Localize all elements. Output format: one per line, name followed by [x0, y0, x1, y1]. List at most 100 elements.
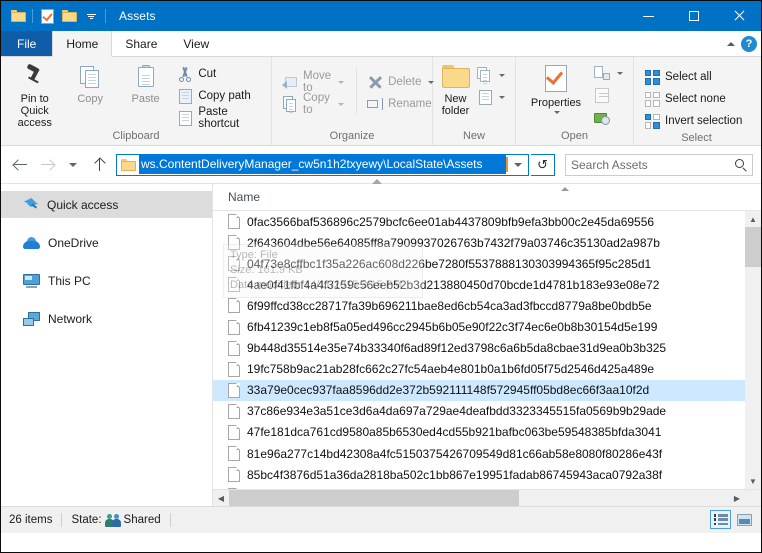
invert-selection-button[interactable]: Invert selection: [640, 110, 746, 132]
edit-button[interactable]: [590, 84, 627, 106]
rename-button[interactable]: Rename: [363, 93, 438, 115]
open-with-chevron-down-icon[interactable]: [617, 71, 623, 75]
refresh-button[interactable]: ↻: [531, 153, 555, 176]
ribbon-tabs: File Home Share View ?: [1, 31, 761, 57]
table-row[interactable]: 4ae0f41fbf4a4f3159c56eeb52b3d213880450d7…: [213, 274, 761, 295]
help-icon[interactable]: ?: [741, 35, 757, 52]
copy-to-chevron-down-icon[interactable]: [338, 102, 345, 106]
search-input[interactable]: Search Assets: [571, 158, 735, 172]
new-item-chevron-down-icon[interactable]: [499, 73, 505, 77]
back-button[interactable]: [9, 153, 33, 177]
properties-button[interactable]: Properties: [522, 60, 590, 114]
properties-chevron-down-icon[interactable]: [554, 111, 560, 114]
table-row[interactable]: 6f99ffcd38cc28717fa39b696211bae8ed6cb54c…: [213, 295, 761, 316]
tab-file[interactable]: File: [1, 31, 53, 56]
vertical-scroll-thumb[interactable]: [745, 227, 761, 267]
table-row[interactable]: 2f643604dbe56e64085ff8a7909937026763b743…: [213, 232, 761, 253]
address-dropdown-chevron-down-icon[interactable]: [508, 155, 528, 175]
easy-access-button[interactable]: [472, 86, 509, 108]
file-icon: [228, 277, 240, 293]
ribbon-tab-right-controls: ?: [727, 31, 757, 56]
scroll-left-icon[interactable]: ◀: [213, 490, 229, 506]
tab-home[interactable]: Home: [52, 31, 113, 57]
table-row[interactable]: 9b448d35514e35e74b33340f6ad89f12ed3798c6…: [213, 338, 761, 359]
new-folder-button[interactable]: New folder: [439, 60, 472, 117]
file-name: 04f73e8cffbc1f35a226ac608d226be7280f5537…: [247, 256, 652, 271]
address-input[interactable]: ws.ContentDeliveryManager_cw5n1h2txyewy\…: [116, 153, 529, 176]
status-divider-2: [169, 513, 171, 527]
table-row[interactable]: 04f73e8cffbc1f35a226ac608d226be7280f5537…: [213, 253, 761, 274]
table-row[interactable]: 47fe181dca761cd9580a85b6530ed4cd55b921ba…: [213, 422, 761, 443]
table-row-selected[interactable]: 33a79e0cec937faa8596dd2e372b592111148f57…: [213, 379, 761, 401]
table-row[interactable]: 37c86e934e3a51ce3d6a4da697a729ae4deafbdd…: [213, 401, 761, 422]
file-name: 81e96a277c14bd42308a4fc5150375426709549d…: [247, 446, 663, 461]
cut-button[interactable]: Cut: [173, 63, 265, 85]
qat-customize-dropdown-icon[interactable]: [80, 5, 102, 27]
file-icon: [228, 424, 240, 440]
minimize-button[interactable]: [626, 1, 671, 31]
copy-to-label: Copy to: [303, 92, 330, 116]
sidebar-item-this-pc[interactable]: This PC: [1, 267, 212, 294]
sidebar-item-label-network: Network: [48, 311, 93, 326]
column-header-name[interactable]: Name: [213, 190, 260, 204]
move-to-chevron-down-icon[interactable]: [338, 80, 345, 84]
file-name: 37c86e934e3a51ce3d6a4da697a729ae4deafbdd…: [247, 404, 667, 419]
search-box[interactable]: Search Assets: [565, 153, 753, 176]
details-view-button[interactable]: [710, 510, 731, 529]
collapse-ribbon-icon[interactable]: [727, 41, 735, 46]
new-item-button[interactable]: [472, 64, 509, 86]
maximize-button[interactable]: [671, 1, 716, 31]
table-row[interactable]: 0fac3566baf536896c2579bcfc6ee01ab4437809…: [213, 211, 761, 232]
large-icons-view-button[interactable]: [734, 510, 755, 529]
qat-properties-icon[interactable]: [36, 5, 58, 27]
sidebar-item-network[interactable]: Network: [1, 305, 212, 332]
file-name: 6fb41239c1eb8f5a05ed496cc2945b6b05e90f22…: [247, 320, 658, 335]
file-list-pane: Name 0fac3566baf536896c2579bcfc6ee01ab44…: [213, 184, 761, 506]
table-row[interactable]: 85bc4f3876d51a36da2818ba502c1bb867e19951…: [213, 464, 761, 485]
up-button[interactable]: [87, 153, 111, 177]
paste-button[interactable]: Paste: [118, 60, 173, 105]
copy-to-button[interactable]: Copy to: [278, 92, 348, 116]
scroll-up-icon[interactable]: ▲: [745, 211, 761, 227]
pin-icon: [22, 64, 48, 90]
select-all-button[interactable]: Select all: [640, 66, 746, 88]
tab-share[interactable]: Share: [112, 31, 170, 56]
invert-selection-icon: [644, 113, 660, 129]
file-icon: [228, 256, 240, 272]
close-button[interactable]: [716, 1, 761, 31]
address-path-text[interactable]: ws.ContentDeliveryManager_cw5n1h2txyewy\…: [139, 155, 506, 174]
paste-shortcut-button[interactable]: Paste shortcut: [173, 106, 265, 130]
qat-separator: [32, 9, 33, 23]
copy-path-label: Copy path: [198, 90, 251, 102]
copy-path-button[interactable]: Copy path: [173, 85, 265, 107]
qat-new-folder-icon[interactable]: [58, 5, 80, 27]
select-none-icon: [644, 91, 660, 107]
copy-button[interactable]: Copy: [62, 60, 117, 105]
forward-button[interactable]: [35, 153, 59, 177]
pin-to-quick-access-button[interactable]: Pin to Quick access: [7, 60, 62, 129]
recent-locations-button[interactable]: [61, 153, 85, 177]
horizontal-scrollbar[interactable]: ◀ ▶: [213, 489, 761, 506]
horizontal-scroll-thumb[interactable]: [229, 490, 519, 506]
table-row[interactable]: 81e96a277c14bd42308a4fc5150375426709549d…: [213, 443, 761, 464]
search-icon[interactable]: [735, 158, 747, 171]
delete-button[interactable]: Delete: [363, 71, 438, 93]
sidebar-item-label-onedrive: OneDrive: [48, 235, 99, 250]
select-none-button[interactable]: Select none: [640, 88, 746, 110]
history-button[interactable]: [590, 106, 627, 128]
select-none-label: Select none: [665, 93, 726, 105]
open-with-button[interactable]: [590, 62, 627, 84]
organize-col2: Delete Rename: [356, 68, 438, 115]
sidebar-item-onedrive[interactable]: OneDrive: [1, 229, 212, 256]
scroll-down-icon[interactable]: ▼: [745, 473, 761, 489]
move-to-button[interactable]: Move to: [278, 70, 348, 94]
table-row[interactable]: 19fc758b9ac21ab28fc662c27fc54aeb4e801b0a…: [213, 359, 761, 380]
tab-view[interactable]: View: [170, 31, 222, 56]
table-row[interactable]: 6fb41239c1eb8f5a05ed496cc2945b6b05e90f22…: [213, 316, 761, 337]
qat-folder-icon[interactable]: [7, 5, 29, 27]
new-small-buttons: [472, 60, 509, 108]
easy-access-chevron-down-icon[interactable]: [499, 95, 505, 99]
sidebar-item-quick-access[interactable]: Quick access: [1, 191, 212, 218]
vertical-scrollbar[interactable]: ▲ ▼: [745, 211, 761, 489]
scroll-right-icon[interactable]: ▶: [729, 490, 745, 506]
